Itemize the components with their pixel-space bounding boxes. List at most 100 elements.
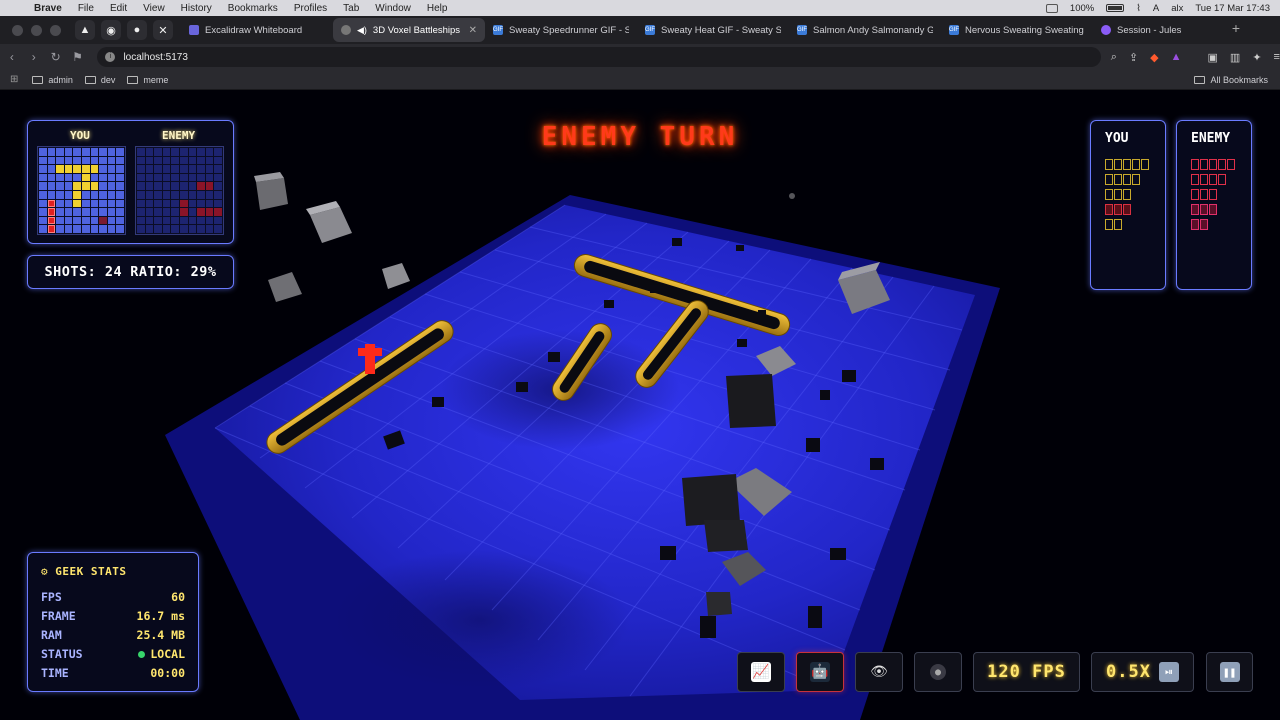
enemy-cell[interactable] <box>179 182 188 190</box>
tab-gif-3[interactable]: GIF Salmon Andy Salmonandy GIF - <box>789 18 941 42</box>
enemy-cell[interactable] <box>145 190 154 199</box>
menu-help[interactable]: Help <box>427 3 448 14</box>
enemy-cell[interactable] <box>179 173 188 182</box>
extensions-icon[interactable]: ▣ <box>1208 51 1218 64</box>
close-tab-icon[interactable]: ✕ <box>469 25 477 36</box>
tab-gif-1[interactable]: GIF Sweaty Speedrunner GIF - Swe <box>485 18 637 42</box>
menu-file[interactable]: File <box>78 3 94 14</box>
menu-history[interactable]: History <box>181 3 212 14</box>
enemy-cell[interactable] <box>171 225 179 233</box>
enemy-cell[interactable] <box>197 208 205 216</box>
enemy-cell[interactable] <box>214 156 222 165</box>
menu-tab[interactable]: Tab <box>343 3 359 14</box>
enemy-cell[interactable] <box>197 216 205 225</box>
menu-icon[interactable]: ≡ <box>1274 51 1280 64</box>
enemy-cell[interactable] <box>188 156 197 165</box>
enemy-cell[interactable] <box>162 173 171 182</box>
game-viewport[interactable]: YOU ENEMY SHOTS: 24 RATIO: 29% ENEMY TUR… <box>0 90 1280 720</box>
menu-bookmarks[interactable]: Bookmarks <box>228 3 278 14</box>
audio-playing-icon[interactable]: ◀) <box>357 25 367 36</box>
enemy-cell[interactable] <box>171 216 179 225</box>
bookmark-folder-meme[interactable]: meme <box>127 75 168 85</box>
clock[interactable]: Tue 17 Mar 17:43 <box>1195 3 1270 14</box>
pinned-tab-github-icon[interactable]: ● <box>127 20 147 40</box>
enemy-cell[interactable] <box>197 173 205 182</box>
speed-button[interactable]: 0.5X ⏯ <box>1091 652 1194 692</box>
enemy-cell[interactable] <box>145 208 154 216</box>
enemy-cell[interactable] <box>171 165 179 173</box>
enemy-cell[interactable] <box>171 199 179 208</box>
wifi-icon[interactable]: ⌇ <box>1136 3 1141 14</box>
brave-rewards-icon[interactable]: ▲ <box>1171 51 1182 64</box>
enemy-cell[interactable] <box>214 208 222 216</box>
enemy-cell[interactable] <box>162 156 171 165</box>
enemy-cell[interactable] <box>179 199 188 208</box>
menu-window[interactable]: Window <box>375 3 411 14</box>
minimize-window-icon[interactable] <box>31 24 42 36</box>
pause-button[interactable]: ❚❚ <box>1206 652 1253 692</box>
enemy-cell[interactable] <box>154 216 162 225</box>
enemy-cell[interactable] <box>145 199 154 208</box>
pinned-tab-circle-icon[interactable]: ◉ <box>101 20 121 40</box>
enemy-cell[interactable] <box>188 182 197 190</box>
enemy-cell[interactable] <box>205 208 214 216</box>
bomb-button[interactable]: ● <box>914 652 962 692</box>
tab-battleships[interactable]: ◀) 3D Voxel Battleships ✕ <box>333 18 485 42</box>
enemy-cell[interactable] <box>162 182 171 190</box>
enemy-cell[interactable] <box>162 216 171 225</box>
enemy-cell[interactable] <box>197 182 205 190</box>
enemy-cell[interactable] <box>188 216 197 225</box>
user-name[interactable]: alx <box>1171 3 1183 14</box>
enemy-cell[interactable] <box>137 173 145 182</box>
tab-excalidraw[interactable]: Excalidraw Whiteboard <box>181 18 333 42</box>
input-source[interactable]: A <box>1153 3 1159 14</box>
stats-chart-button[interactable]: 📈 <box>737 652 785 692</box>
zoom-icon[interactable]: ⌕ <box>1111 51 1117 64</box>
enemy-cell[interactable] <box>205 173 214 182</box>
enemy-cell[interactable] <box>145 225 154 233</box>
enemy-cell[interactable] <box>179 165 188 173</box>
enemy-cell[interactable] <box>188 199 197 208</box>
enemy-cell[interactable] <box>137 208 145 216</box>
bookmark-folder-dev[interactable]: dev <box>84 75 115 85</box>
enemy-cell[interactable] <box>214 190 222 199</box>
enemy-cell[interactable] <box>205 182 214 190</box>
back-icon[interactable]: ‹ <box>2 50 22 64</box>
tab-gif-2[interactable]: GIF Sweaty Heat GIF - Sweaty Swe <box>637 18 789 42</box>
enemy-cell[interactable] <box>214 199 222 208</box>
enemy-cell[interactable] <box>154 208 162 216</box>
enemy-cell[interactable] <box>197 199 205 208</box>
zoom-window-icon[interactable] <box>50 24 61 36</box>
sidebar-toggle-icon[interactable]: ▥ <box>1230 51 1240 64</box>
enemy-cell[interactable] <box>154 199 162 208</box>
enemy-cell[interactable] <box>197 190 205 199</box>
enemy-cell[interactable] <box>214 165 222 173</box>
menu-app-name[interactable]: Brave <box>34 3 62 14</box>
tab-gif-4[interactable]: GIF Nervous Sweating Sweating Bu <box>941 18 1093 42</box>
enemy-cell[interactable] <box>154 173 162 182</box>
enemy-cell[interactable] <box>137 182 145 190</box>
enemy-cell[interactable] <box>179 216 188 225</box>
enemy-cell[interactable] <box>137 156 145 165</box>
battery-icon[interactable] <box>1106 4 1125 12</box>
reload-icon[interactable]: ↻ <box>46 50 66 64</box>
menu-profiles[interactable]: Profiles <box>294 3 327 14</box>
enemy-cell[interactable] <box>154 182 162 190</box>
pinned-tab-triangle-icon[interactable]: ▲ <box>75 20 95 40</box>
enemy-cell[interactable] <box>205 225 214 233</box>
url-text[interactable]: localhost:5173 <box>123 52 188 63</box>
apple-menu-icon[interactable] <box>12 2 26 14</box>
bookmark-page-icon[interactable]: ⚑ <box>68 50 88 64</box>
tab-jules[interactable]: Session - Jules <box>1093 18 1245 42</box>
screen-share-icon[interactable] <box>1045 3 1058 13</box>
apps-grid-icon[interactable]: ⊞ <box>10 74 18 85</box>
enemy-cell[interactable] <box>145 182 154 190</box>
enemy-cell[interactable] <box>214 182 222 190</box>
enemy-cell[interactable] <box>214 173 222 182</box>
enemy-cell[interactable] <box>179 208 188 216</box>
forward-icon[interactable]: › <box>24 50 44 64</box>
leo-ai-icon[interactable]: ✦ <box>1252 51 1261 64</box>
view-toggle-button[interactable]: 👁 <box>855 652 903 692</box>
menu-view[interactable]: View <box>143 3 165 14</box>
close-window-icon[interactable] <box>12 24 23 36</box>
